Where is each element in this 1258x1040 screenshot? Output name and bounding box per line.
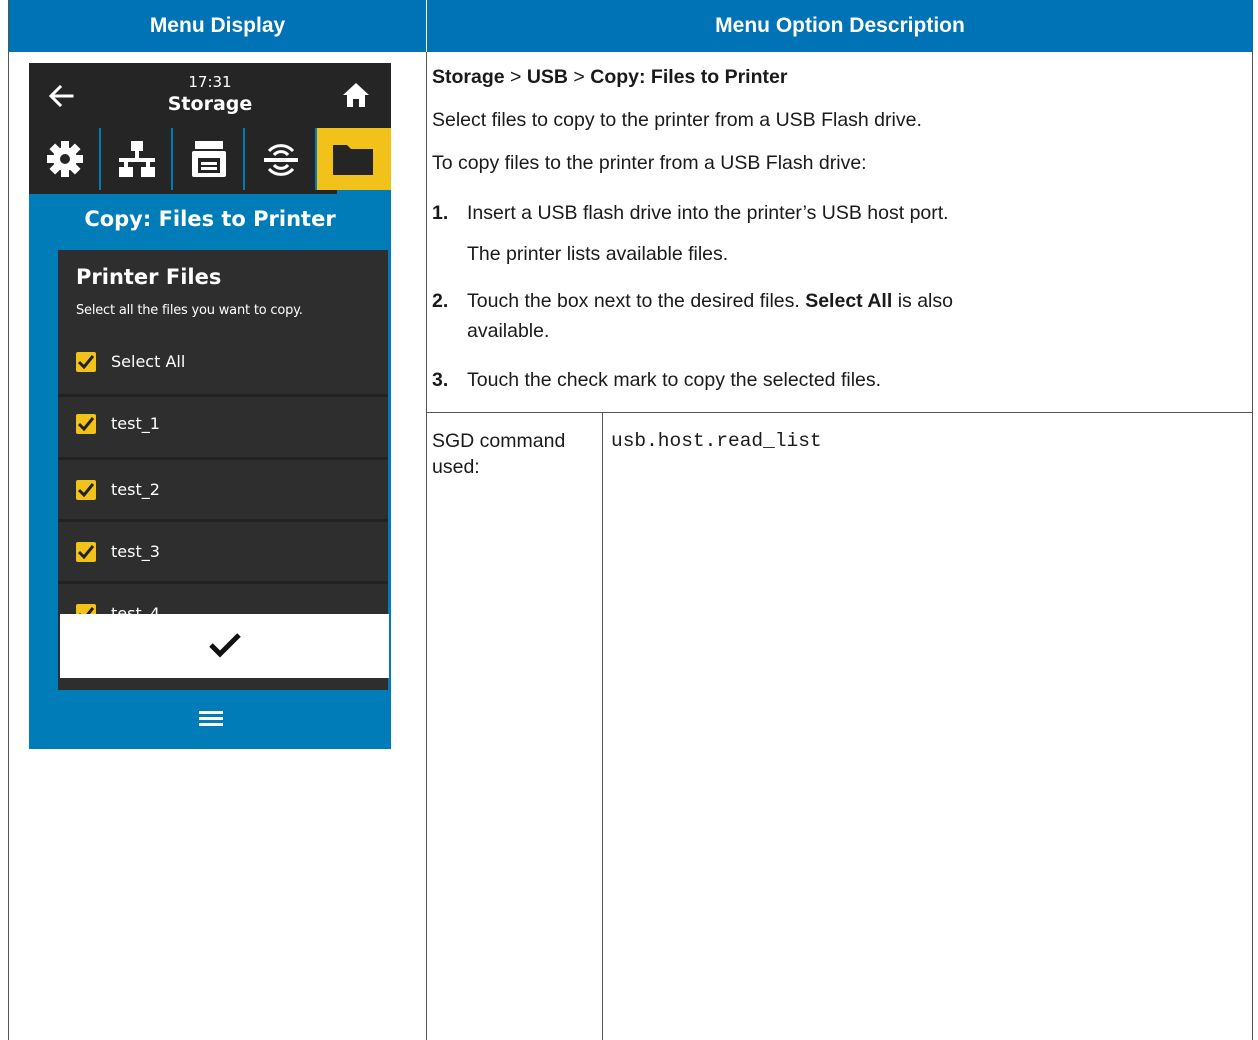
tab-network[interactable] bbox=[101, 128, 173, 190]
path-storage: Storage bbox=[432, 66, 505, 88]
hamburger-menu-icon[interactable] bbox=[199, 711, 223, 727]
sgd-command: usb.host.read_list bbox=[611, 430, 822, 452]
checkbox-checked[interactable] bbox=[76, 414, 96, 434]
header-divider bbox=[426, 0, 427, 52]
printer-icon bbox=[192, 141, 226, 177]
file-row[interactable]: test_3 bbox=[58, 519, 388, 579]
list-item-label: test_2 bbox=[111, 480, 160, 499]
tab-sensors[interactable] bbox=[245, 128, 317, 190]
step-number: 3. bbox=[432, 369, 449, 391]
description-line: To copy files to the printer from a USB … bbox=[432, 152, 867, 174]
confirm-button[interactable] bbox=[60, 614, 389, 678]
step-text: Touch the box next to the desired files.… bbox=[467, 288, 953, 314]
folder-icon bbox=[333, 145, 373, 175]
checkmark-icon bbox=[209, 633, 241, 658]
screen-subtitle: Copy: Files to Printer bbox=[84, 207, 336, 231]
panel-subtitle: Select all the files you want to copy. bbox=[76, 303, 303, 318]
menu-path: Storage > USB > Copy: Files to Printer bbox=[432, 64, 787, 90]
file-row[interactable]: test_2 bbox=[58, 457, 388, 517]
sensor-icon bbox=[264, 144, 298, 176]
column-divider bbox=[426, 52, 427, 1040]
checkbox-checked[interactable] bbox=[76, 352, 96, 372]
menu-table: Menu Display Menu Option Description 17:… bbox=[8, 0, 1253, 1040]
select-all-row[interactable]: Select All bbox=[58, 332, 388, 392]
panel-title: Printer Files bbox=[76, 265, 222, 289]
home-icon[interactable] bbox=[341, 80, 371, 110]
step-text: Touch the check mark to copy the selecte… bbox=[467, 369, 882, 391]
path-separator: > bbox=[568, 66, 591, 88]
step-text-continued: available. bbox=[467, 320, 550, 342]
menu-tabs bbox=[29, 128, 391, 190]
check-icon bbox=[78, 483, 94, 497]
tab-storage[interactable] bbox=[317, 128, 391, 190]
printer-screen: 17:31 Storage Copy: Files to Printer Pri… bbox=[29, 63, 391, 749]
tab-settings[interactable] bbox=[29, 128, 101, 190]
screen-top-bar: 17:31 Storage bbox=[29, 63, 391, 128]
list-item-label: Select All bbox=[111, 352, 186, 371]
list-item-label: test_1 bbox=[111, 414, 160, 433]
step-number: 1. bbox=[432, 202, 449, 224]
sgd-row-divider bbox=[427, 412, 1253, 413]
step-text-part: Touch the box next to the desired files. bbox=[467, 290, 806, 312]
list-item-label: test_3 bbox=[111, 542, 160, 561]
description-line: Select files to copy to the printer from… bbox=[432, 109, 922, 131]
step-note: The printer lists available files. bbox=[467, 243, 729, 265]
sgd-column-divider bbox=[602, 412, 603, 1040]
path-separator: > bbox=[504, 66, 527, 88]
path-usb: USB bbox=[526, 66, 569, 88]
checkbox-checked[interactable] bbox=[76, 542, 96, 562]
clock: 17:31 bbox=[188, 73, 232, 91]
check-icon bbox=[78, 545, 94, 559]
network-icon bbox=[119, 141, 155, 177]
sgd-label: SGD command used: bbox=[432, 430, 566, 478]
column-header-menu-display: Menu Display bbox=[9, 0, 426, 52]
step-text: Insert a USB flash drive into the printe… bbox=[467, 202, 949, 224]
path-copy-files: Copy: Files to Printer bbox=[590, 66, 788, 88]
check-icon bbox=[78, 355, 94, 369]
screen-title: Storage bbox=[167, 93, 253, 115]
checkbox-checked[interactable] bbox=[76, 480, 96, 500]
tab-bar-underline bbox=[29, 190, 337, 194]
check-icon bbox=[78, 417, 94, 431]
file-row[interactable]: test_1 bbox=[58, 394, 388, 454]
step-text-part: is also bbox=[892, 290, 953, 312]
tab-print[interactable] bbox=[173, 128, 245, 190]
settings-icon bbox=[47, 141, 83, 177]
column-header-menu-option-description: Menu Option Description bbox=[427, 0, 1253, 52]
step-number: 2. bbox=[432, 290, 449, 312]
select-all-term: Select All bbox=[805, 290, 893, 312]
